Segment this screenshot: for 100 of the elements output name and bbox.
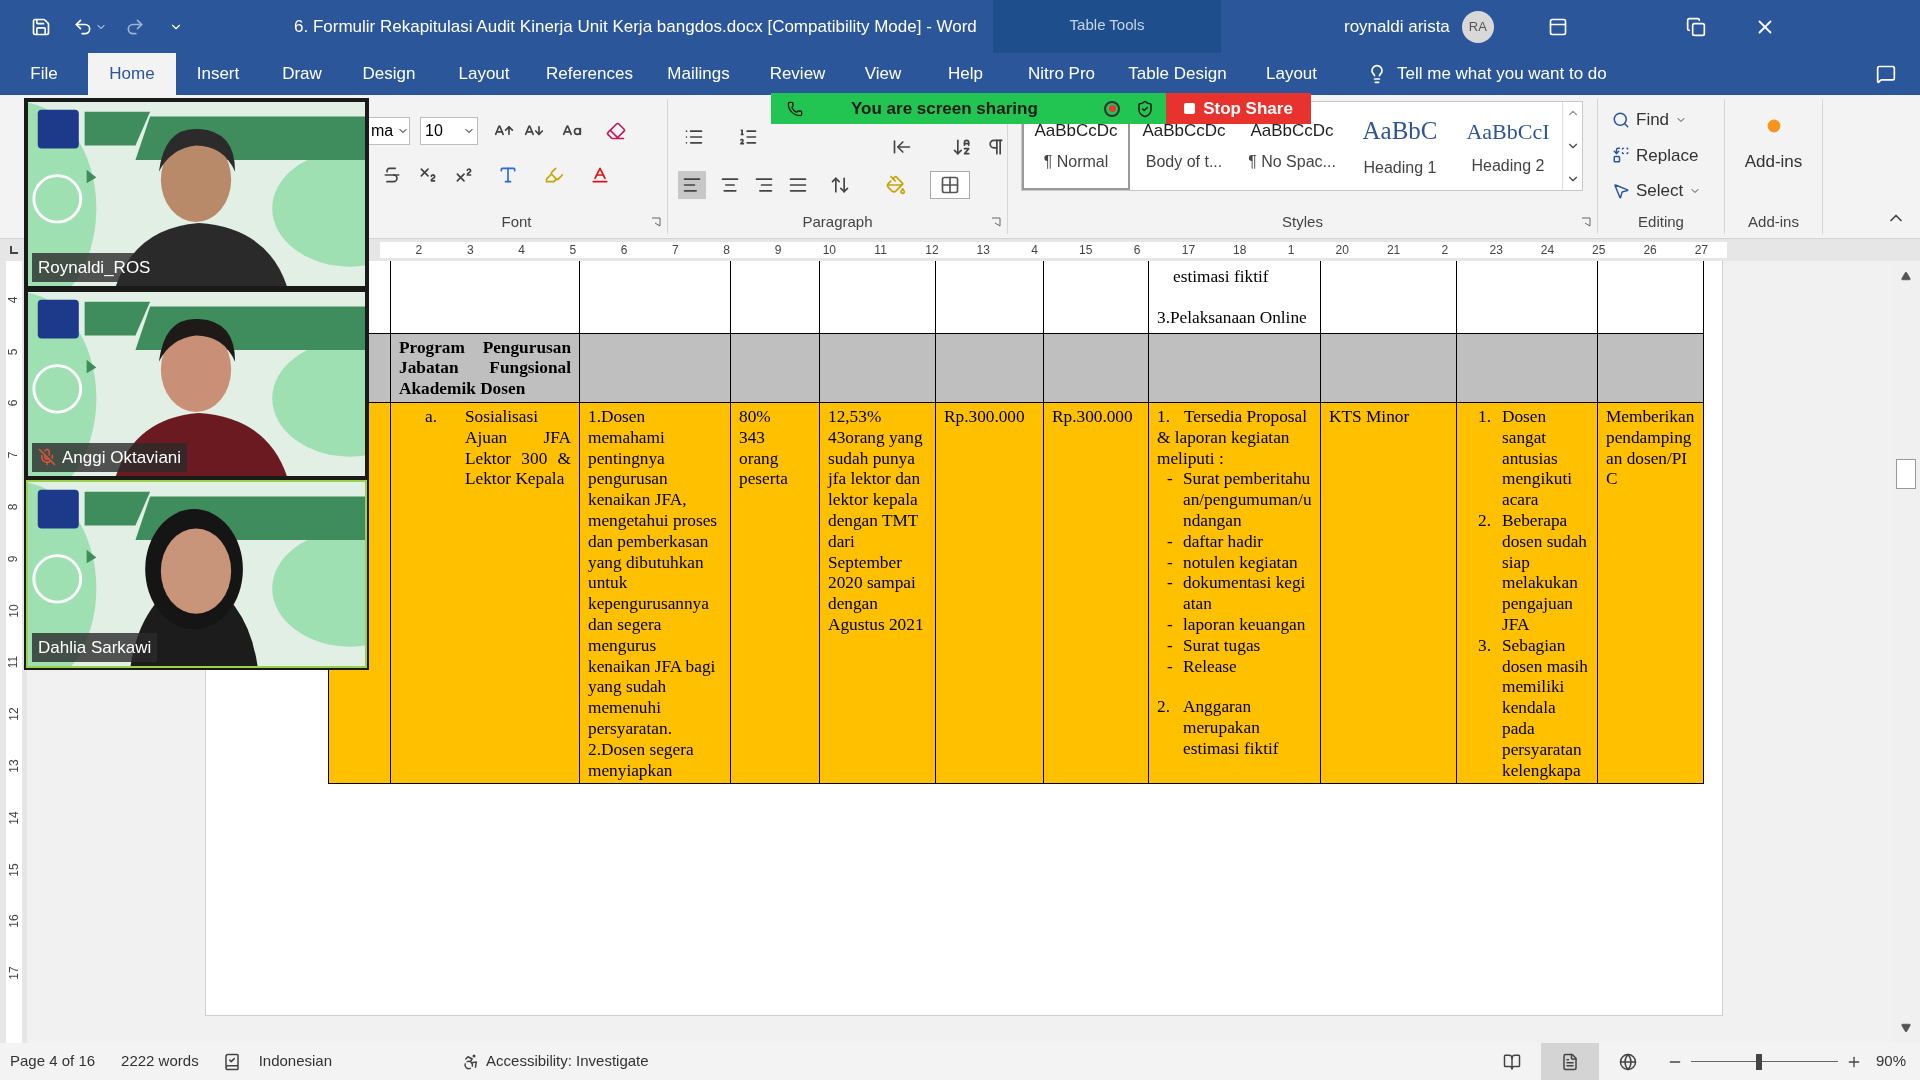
video-tile[interactable]: Roynaldi_ROS [26, 100, 367, 288]
align-center-icon[interactable] [720, 175, 740, 195]
editing-command[interactable]: Select [1636, 178, 1684, 204]
ribbon-tab[interactable]: Layout [434, 53, 534, 95]
ribbon-tab[interactable]: Mailings [645, 53, 752, 95]
save-icon[interactable] [31, 16, 51, 37]
justify-icon[interactable] [788, 175, 808, 195]
cell-text: 1.Dosen memahami pentingnya pengurusan kenaikan JFA, mengetahui proses dan pemberkasan yang dibutuhkan untuk kepengurusannya dan segera mengurus kenaikan JFA bagi yang sudah memenuhi persyaratan. [588, 407, 719, 740]
window-title: 6. Formulir Rekapitulasi Audit Kinerja Unit Kerja bangdos.docx [Compatibility Mode] - Word [294, 16, 977, 36]
line-spacing-icon[interactable] [830, 175, 850, 195]
ribbon-tab[interactable]: Help [923, 53, 1008, 95]
print-layout-icon[interactable] [1540, 1043, 1599, 1080]
subscript-icon[interactable] [418, 165, 438, 185]
restore-icon[interactable] [1685, 16, 1706, 37]
ribbon-tab[interactable]: Layout [1240, 53, 1343, 95]
bullets-icon[interactable] [684, 127, 704, 147]
style-item[interactable]: AaBbC Heading 1 [1346, 102, 1454, 190]
cell-text: Release [1183, 656, 1237, 678]
ruler-number: 8 [723, 244, 731, 256]
pilcrow-icon[interactable] [986, 137, 1006, 157]
ribbon-tab[interactable]: Nitro Pro [1008, 53, 1115, 95]
ruler-number: 15 [1079, 244, 1093, 256]
accessibility-status[interactable]: Accessibility: Investigate [486, 1050, 649, 1073]
word-count[interactable]: 2222 words [121, 1050, 199, 1073]
style-preview: AaBbC [1362, 116, 1438, 147]
ribbon-display-icon[interactable] [1547, 16, 1568, 37]
list-marker: a. [425, 407, 438, 428]
ribbon-tab[interactable]: Home [88, 53, 176, 95]
zoom-level[interactable]: 90% [1875, 1050, 1906, 1073]
replace-icon[interactable] [1612, 146, 1630, 165]
group-label: Font [501, 212, 532, 232]
superscript-icon[interactable] [454, 165, 474, 185]
list-marker: - [1167, 635, 1174, 657]
cell-text: Dosen sangat antusias mengikuti acara [1502, 407, 1574, 511]
ruler-number: 7 [672, 244, 679, 256]
font-name-field[interactable]: ma [366, 117, 410, 145]
editing-command[interactable]: Find [1636, 107, 1670, 133]
scrollbar-thumb[interactable] [1896, 459, 1916, 489]
align-left-icon[interactable] [678, 171, 706, 199]
undo-icon[interactable] [73, 16, 93, 37]
pointer-icon[interactable] [1612, 181, 1630, 200]
ruler-number: 6 [7, 400, 20, 407]
comments-icon[interactable] [1876, 64, 1896, 84]
phone-icon [787, 100, 803, 117]
scroll-up-icon[interactable] [1901, 271, 1911, 281]
ribbon-tab[interactable]: File [0, 53, 88, 95]
style-preview: AaBbCcI [1466, 117, 1550, 146]
ruler-number: 13 [976, 244, 990, 256]
style-name: ¶ Normal [1043, 151, 1109, 172]
ribbon-tab[interactable]: View [843, 53, 923, 95]
search-icon[interactable] [1612, 110, 1630, 129]
zoom-thumb[interactable] [1755, 1053, 1762, 1070]
font-color-icon[interactable] [590, 165, 610, 185]
participant-name: Roynaldi_ROS [38, 256, 151, 279]
ruler-number: 9 [7, 555, 20, 563]
user-name: roynaldi arista [1344, 15, 1450, 38]
decrease-indent-icon[interactable] [892, 137, 912, 157]
tell-me-field[interactable]: Tell me what you want to do [1397, 61, 1607, 87]
text-effects-icon[interactable] [498, 165, 518, 185]
clear-formatting-icon[interactable] [606, 121, 626, 141]
video-tile[interactable]: Anggi Oktaviani [26, 290, 367, 478]
cell-text: Surat tugas [1183, 635, 1261, 657]
ruler-number: 25 [1592, 244, 1606, 256]
stop-icon [1184, 103, 1196, 114]
ribbon-tab[interactable]: Insert [176, 53, 260, 95]
cell-text: laporan keuangan [1183, 614, 1306, 636]
ribbon-tab[interactable]: Table Design [1115, 53, 1240, 95]
video-tile[interactable]: Dahlia Sarkawi [26, 480, 367, 668]
numbering-icon[interactable] [738, 127, 758, 147]
user-avatar[interactable]: RA [1461, 10, 1494, 43]
dialog-launcher-icon[interactable] [1581, 217, 1591, 228]
ruler-number: 4 [1031, 244, 1038, 256]
stop-share-button[interactable]: Stop Share [1166, 93, 1311, 124]
borders-icon[interactable] [930, 171, 970, 199]
ruler-number: 1 [1287, 244, 1295, 256]
page-count[interactable]: Page 4 of 16 [10, 1050, 96, 1073]
language-status[interactable]: Indonesian [258, 1050, 333, 1073]
strikethrough-icon[interactable] [382, 165, 402, 185]
editing-command[interactable]: Replace [1636, 142, 1699, 168]
ruler-number: 13 [7, 759, 20, 773]
dialog-launcher-icon[interactable] [991, 217, 1001, 228]
ribbon-tab[interactable]: Draw [260, 53, 344, 95]
list-marker: - [1167, 531, 1174, 553]
ribbon-tab[interactable]: References [534, 53, 645, 95]
tab-stop-icon[interactable] [8, 245, 19, 255]
cell-text: 343 [739, 427, 766, 449]
dialog-launcher-icon[interactable] [651, 217, 661, 228]
ribbon-tab[interactable]: Design [344, 53, 434, 95]
ruler-number: 4 [7, 296, 20, 304]
redo-icon[interactable] [125, 16, 145, 37]
cell-text: 3.Pelaksanaan Online [1157, 307, 1308, 329]
ribbon-tab[interactable]: Review [752, 53, 843, 95]
sort-icon[interactable] [952, 137, 972, 157]
align-right-icon[interactable] [754, 175, 774, 195]
proofing-icon[interactable] [222, 1052, 241, 1071]
style-item[interactable]: AaBbCcI Heading 2 [1454, 102, 1562, 190]
zoom-slider[interactable] [1690, 1052, 1838, 1071]
add-ins-button[interactable]: Add-ins [1744, 149, 1803, 175]
font-size-field[interactable]: 10 [420, 117, 478, 145]
scroll-down-icon[interactable] [1901, 1023, 1911, 1033]
